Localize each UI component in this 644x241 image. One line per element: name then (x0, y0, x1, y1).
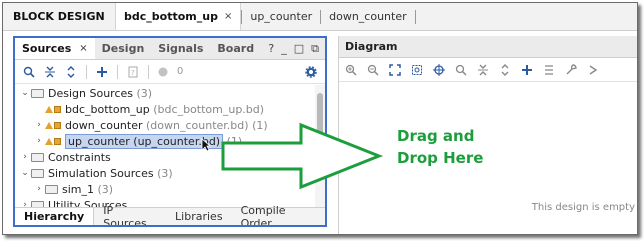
tab-bdc-bottom-up[interactable]: bdc_bottom_up × (115, 3, 242, 30)
drag-arrow (221, 122, 384, 190)
block-design-icon (45, 105, 61, 113)
zoom-area-icon[interactable] (411, 64, 423, 76)
more-icon[interactable] (587, 64, 599, 76)
tree-row-bdc-bottom-up[interactable]: bdc_bottom_up (bdc_bottom_up.bd) (15, 101, 311, 117)
minimize-icon[interactable]: _ (281, 42, 287, 56)
tree-count: (3) (136, 86, 153, 100)
folder-icon (45, 184, 58, 194)
settings-icon[interactable] (543, 64, 555, 76)
tree-label: down_counter (65, 118, 143, 132)
tab-label: Sources (22, 42, 72, 55)
chevron-right-icon[interactable]: › (33, 136, 45, 146)
svg-text:?: ? (131, 69, 135, 77)
tab-divider (414, 9, 416, 24)
tab-up-counter[interactable]: up_counter (242, 3, 320, 30)
tree-label: sim_1 (62, 182, 95, 196)
block-design-icon (45, 121, 61, 129)
tree-row-design-sources[interactable]: ⌄ Design Sources (3) (15, 85, 311, 101)
properties-icon[interactable]: ? (127, 66, 139, 78)
selected-tree-item[interactable]: up_counter (up_counter.bd) (65, 133, 224, 149)
help-icon[interactable]: ? (268, 42, 274, 56)
select-area-icon[interactable] (433, 63, 445, 76)
tree-count: (3) (97, 182, 114, 196)
tab-libraries[interactable]: Libraries (166, 208, 232, 225)
chevron-down-icon[interactable]: ⌄ (19, 168, 31, 178)
tab-down-counter[interactable]: down_counter (321, 3, 415, 30)
add-sources-icon[interactable] (96, 66, 108, 78)
collapse-all-icon[interactable] (477, 64, 489, 76)
folder-icon (31, 88, 44, 98)
tab-label: down_counter (329, 10, 407, 23)
annotation-line: Drop Here (397, 149, 484, 167)
toolbar-divider (86, 64, 87, 79)
search-icon[interactable] (23, 66, 35, 78)
wrench-icon[interactable] (565, 63, 577, 76)
expand-all-icon[interactable] (499, 63, 511, 76)
diagram-title: Diagram (339, 36, 637, 58)
diagram-toolbar (339, 58, 637, 82)
tab-board[interactable]: Board (210, 38, 261, 59)
tab-compile-order[interactable]: Compile Order (232, 204, 325, 226)
chevron-right-icon[interactable]: › (33, 184, 45, 194)
gear-icon[interactable] (305, 65, 317, 78)
chevron-right-icon[interactable]: › (33, 120, 45, 130)
chevron-right-icon[interactable]: › (19, 152, 31, 162)
folder-icon (31, 168, 44, 178)
tree-file: (bdc_bottom_up.bd) (153, 102, 265, 116)
status-count: 0 (177, 66, 184, 77)
tab-sources[interactable]: Sources × (15, 38, 95, 59)
tree-label: Simulation Sources (48, 166, 154, 180)
close-icon[interactable]: × (79, 43, 87, 54)
close-icon[interactable]: × (224, 11, 232, 22)
tab-ip-sources[interactable]: IP Sources (94, 204, 166, 226)
block-design-titlebar: BLOCK DESIGN bdc_bottom_up × up_counter … (3, 3, 637, 31)
mouse-cursor-icon (201, 138, 212, 155)
drag-drop-annotation: Drag and Drop Here (397, 125, 483, 169)
toolbar-divider (117, 64, 118, 79)
tree-label: up_counter (68, 134, 130, 148)
toolbar-divider (148, 64, 149, 79)
window-frame: BLOCK DESIGN bdc_bottom_up × up_counter … (2, 2, 638, 235)
tree-label: bdc_bottom_up (65, 102, 150, 116)
tab-hierarchy[interactable]: Hierarchy (15, 208, 95, 225)
search-icon[interactable] (455, 64, 467, 76)
tree-count: (3) (157, 166, 173, 180)
zoom-out-icon[interactable] (367, 64, 379, 76)
folder-icon (31, 152, 44, 162)
tree-label: Constraints (48, 150, 111, 164)
sources-bottom-tabs: Hierarchy IP Sources Libraries Compile O… (15, 204, 325, 226)
tab-design[interactable]: Design (95, 38, 152, 59)
tab-label: bdc_bottom_up (124, 10, 218, 23)
document-tabs: bdc_bottom_up × up_counter down_counter (115, 3, 416, 30)
annotation-line: Drag and (397, 127, 475, 145)
tab-signals[interactable]: Signals (151, 38, 210, 59)
maximize-icon[interactable]: □ (294, 42, 304, 56)
tree-label: Design Sources (48, 86, 133, 100)
block-design-icon (45, 137, 61, 145)
add-icon[interactable] (521, 64, 533, 76)
status-dot-icon (158, 67, 168, 77)
chevron-right-icon[interactable]: › (19, 200, 31, 207)
float-icon[interactable]: ⧉ (311, 42, 319, 56)
chevron-down-icon[interactable]: ⌄ (19, 88, 31, 98)
tab-label: up_counter (250, 10, 313, 23)
sources-panel-tabs: Sources × Design Signals Board ? _ □ ⧉ (15, 38, 325, 60)
empty-design-message: This design is empty (531, 202, 635, 213)
zoom-in-icon[interactable] (345, 64, 357, 76)
panel-controls: ? _ □ ⧉ (268, 42, 325, 56)
sources-toolbar: ? 0 (15, 60, 325, 84)
zoom-fit-icon[interactable] (389, 63, 401, 76)
block-design-title: BLOCK DESIGN (13, 10, 105, 23)
expand-all-icon[interactable] (65, 65, 77, 78)
collapse-all-icon[interactable] (44, 66, 56, 78)
